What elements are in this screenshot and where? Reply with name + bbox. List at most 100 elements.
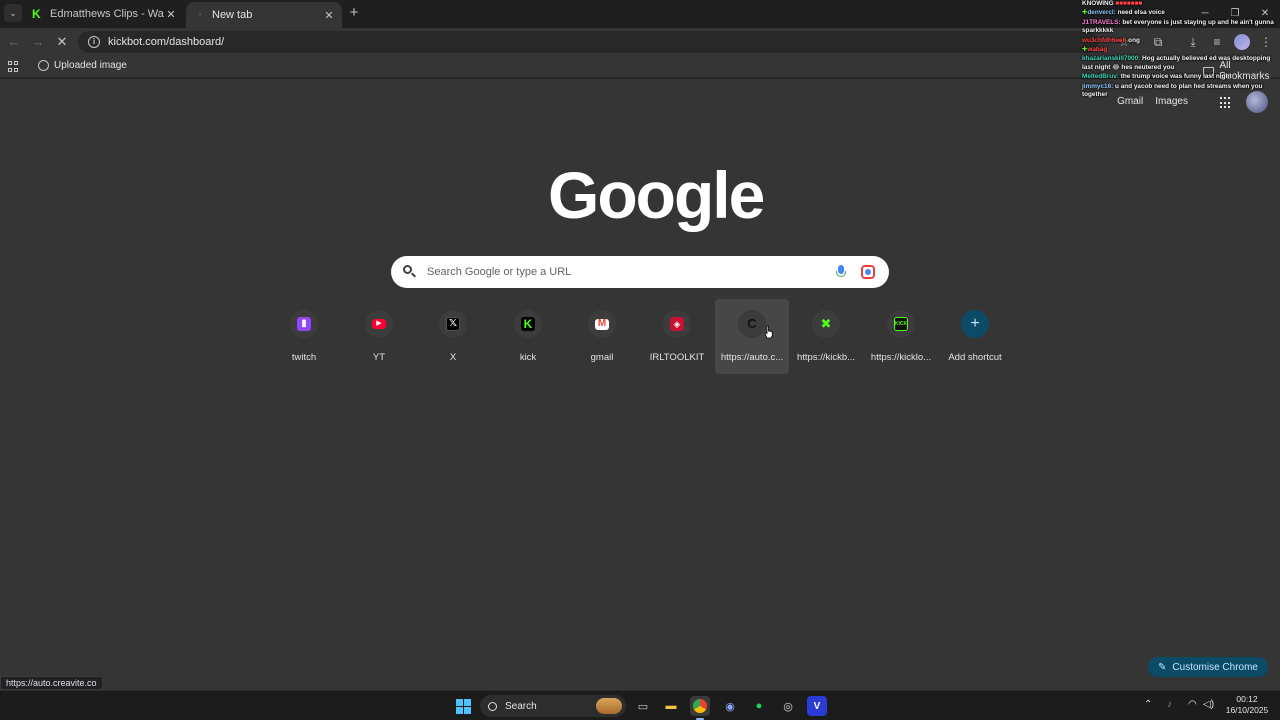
chat-username: KNOWING xyxy=(1082,0,1114,7)
emote-icon: ■■■■■■■ xyxy=(1115,0,1143,7)
shortcut-irltoolkit[interactable]: ◈ IRLTOOLKIT xyxy=(640,299,714,374)
shortcut-icon-circle: K xyxy=(514,310,542,338)
kick-icon: K xyxy=(521,317,535,331)
chrome-icon[interactable] xyxy=(690,696,710,716)
irltoolkit-icon: ◈ xyxy=(670,317,684,331)
chat-username: khazarianskill7000: xyxy=(1082,55,1141,63)
shortcut-x[interactable]: 𝕏 X xyxy=(416,299,490,374)
bookmark-uploaded-image[interactable]: Uploaded image xyxy=(38,60,127,71)
shortcut-icon-circle: C xyxy=(738,310,766,338)
shortcut-label: IRLTOOLKIT xyxy=(649,352,705,363)
volume-icon[interactable]: ◁) xyxy=(1203,699,1214,710)
obs-icon[interactable]: ◎ xyxy=(778,696,798,716)
shortcut-kick[interactable]: K kick xyxy=(491,299,565,374)
chrome-logo-icon xyxy=(693,699,707,713)
gmail-icon: M xyxy=(595,318,609,330)
tab-title: Edmatthews Clips - Watch Live xyxy=(50,8,164,20)
chat-message: MeltedBruv: the trump voice was funny la… xyxy=(1082,73,1280,81)
chat-text: the trump voice was funny last night xyxy=(1120,73,1232,81)
clock-time: 00:12 xyxy=(1236,694,1258,704)
chevron-up-icon[interactable]: ⌃ xyxy=(1144,699,1152,710)
shortcut-icon-circle: M xyxy=(588,310,616,338)
chat-username: denvercl: xyxy=(1087,9,1116,17)
stream-chat-overlay: KNOWING ■■■■■■■ ✚denvercl: need elsa voi… xyxy=(1082,0,1280,100)
back-button[interactable]: ← xyxy=(6,34,22,50)
chat-username: MeltedBruv: xyxy=(1082,73,1119,81)
hand-cursor-icon xyxy=(764,325,773,339)
chevron-down-icon: ⌄ xyxy=(9,7,17,18)
bookmark-label: Uploaded image xyxy=(54,60,127,71)
system-clock[interactable]: 00:12 16/10/2025 xyxy=(1222,694,1272,716)
shortcut-youtube[interactable]: ▶ YT xyxy=(342,299,416,374)
address-url: kickbot.com/dashboard/ xyxy=(108,36,225,48)
windows-start-icon xyxy=(455,698,471,714)
tab-edmatthews[interactable]: K Edmatthews Clips - Watch Live ✕ xyxy=(26,2,184,26)
new-tab-button[interactable]: + xyxy=(346,5,362,21)
globe-icon xyxy=(38,60,49,71)
chat-message: J1TRAVELS: bet everyone is just staying … xyxy=(1082,19,1280,36)
close-tab-icon[interactable]: ✕ xyxy=(164,8,178,21)
windows-taskbar: Search ▭ ▬ ◉ ● ◎ V ⌃ ♪ ◠ ◁) 00:12 16/10/… xyxy=(0,690,1280,720)
plus-icon: + xyxy=(970,315,980,332)
google-lens-icon[interactable] xyxy=(861,265,875,279)
chat-username: jimmyc16: xyxy=(1082,82,1114,90)
shortcut-twitch[interactable]: ▮ twitch xyxy=(267,299,341,374)
file-explorer-icon[interactable]: ▬ xyxy=(661,696,681,716)
arrow-left-icon: ← xyxy=(7,34,21,49)
taskbar-search[interactable]: Search xyxy=(480,695,626,717)
site-info-icon[interactable]: i xyxy=(88,36,100,48)
chat-username: wabag xyxy=(1087,46,1108,54)
loading-favicon-icon: · xyxy=(198,9,202,20)
customise-chrome-button[interactable]: ✎ Customise Chrome xyxy=(1148,657,1268,677)
search-highlight-icon xyxy=(596,698,622,714)
discord-icon[interactable]: ◉ xyxy=(720,696,740,716)
chat-text: ong xyxy=(1128,36,1140,44)
apps-grid-icon[interactable] xyxy=(8,61,19,72)
add-shortcut-button[interactable]: + Add shortcut xyxy=(938,299,1012,374)
start-button[interactable] xyxy=(453,696,473,716)
shortcut-icon-circle: ◈ xyxy=(663,310,691,338)
wifi-icon[interactable]: ◠ xyxy=(1188,699,1197,710)
tab-search-button[interactable]: ⌄ xyxy=(4,4,22,22)
kicklogo-icon: KICK xyxy=(894,317,908,331)
chat-username: wu3chfdh6eeb xyxy=(1082,36,1127,44)
search-placeholder: Search Google or type a URL xyxy=(427,266,572,278)
shortcut-label: X xyxy=(449,352,457,363)
arrow-right-icon: → xyxy=(31,34,45,49)
shortcut-label: https://kicklo... xyxy=(870,352,932,363)
creavite-icon: C xyxy=(747,316,757,331)
search-icon xyxy=(488,701,497,711)
forward-button[interactable]: → xyxy=(30,34,46,50)
new-tab-page: Gmail Images Google Search Google or typ… xyxy=(0,79,1280,690)
chat-message: KNOWING ■■■■■■■ xyxy=(1082,0,1280,8)
shortcut-icon-circle: KICK xyxy=(887,310,915,338)
shortcut-creavite[interactable]: C https://auto.c... xyxy=(715,299,789,374)
shortcut-label: gmail xyxy=(590,352,614,363)
address-bar[interactable]: i kickbot.com/dashboard/ xyxy=(78,31,1098,53)
vscode-icon[interactable]: V xyxy=(807,696,827,716)
microphone-icon[interactable] xyxy=(835,265,847,279)
shortcut-label: twitch xyxy=(291,352,317,363)
shortcut-icon-circle: 𝕏 xyxy=(439,310,467,338)
stop-loading-button[interactable]: ✕ xyxy=(54,34,70,50)
google-logo: Google xyxy=(548,158,765,232)
clock-date: 16/10/2025 xyxy=(1225,705,1269,715)
kickbot-icon: ✖ xyxy=(820,316,832,331)
close-tab-icon[interactable]: ✕ xyxy=(322,9,336,22)
shortcut-kickbot[interactable]: ✖ https://kickb... xyxy=(789,299,863,374)
shortcuts-grid: ▮ twitch ▶ YT 𝕏 X K kick M gmail ◈ IRLTO… xyxy=(267,299,1013,375)
shortcut-icon-circle: ▮ xyxy=(290,310,318,338)
microphone-tray-icon[interactable]: ♪ xyxy=(1167,699,1172,710)
shortcut-gmail[interactable]: M gmail xyxy=(565,299,639,374)
search-box[interactable]: Search Google or type a URL xyxy=(391,256,889,288)
chat-message: wu3chfdh6eeb ong xyxy=(1082,37,1280,45)
close-icon: ✕ xyxy=(56,34,68,49)
status-bubble-url: https://auto.creavite.co xyxy=(0,676,103,690)
spotify-icon[interactable]: ● xyxy=(749,696,769,716)
tab-new-tab[interactable]: · New tab ✕ xyxy=(186,2,342,28)
shortcut-kicklogo[interactable]: KICK https://kicklo... xyxy=(864,299,938,374)
shortcut-label: YT xyxy=(372,352,386,363)
shortcut-label: https://kickb... xyxy=(796,352,856,363)
task-view-icon[interactable]: ▭ xyxy=(633,696,653,716)
customise-label: Customise Chrome xyxy=(1172,661,1258,673)
